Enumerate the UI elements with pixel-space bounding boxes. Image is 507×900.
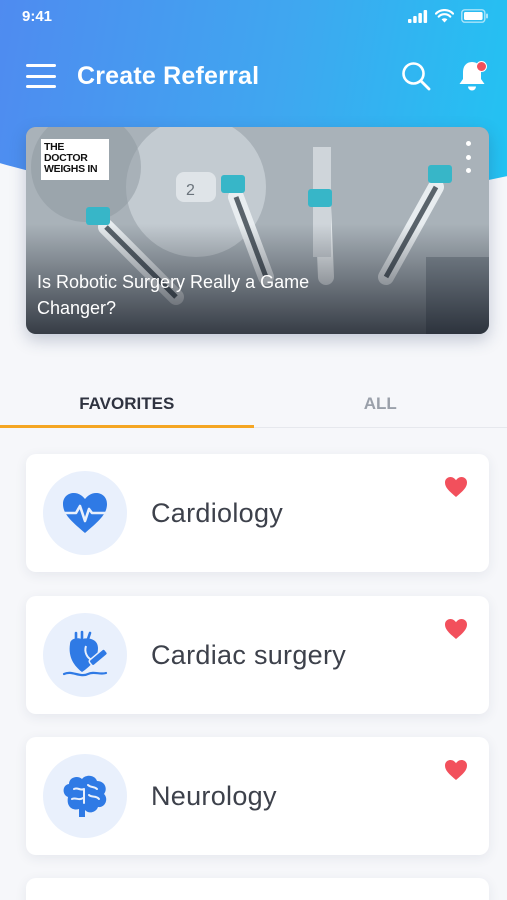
svg-text:2: 2	[186, 182, 195, 199]
wifi-icon	[435, 9, 454, 23]
notifications-button[interactable]	[455, 59, 489, 93]
specialty-avatar	[43, 613, 127, 697]
heart-surgery-icon	[62, 630, 109, 677]
specialty-label: Cardiac surgery	[151, 639, 347, 670]
more-icon	[465, 141, 471, 146]
specialty-avatar	[43, 471, 127, 555]
menu-button[interactable]	[26, 64, 56, 88]
status-bar: 9:41	[0, 0, 507, 32]
tab-bar: FAVORITES ALL	[0, 380, 507, 428]
heart-pulse-icon	[63, 493, 107, 533]
specialty-card-cardiac-surgery[interactable]: Cardiac surgery	[26, 596, 489, 714]
tab-favorites[interactable]: FAVORITES	[0, 380, 254, 428]
notification-badge	[476, 61, 487, 72]
more-options-button[interactable]	[461, 141, 475, 173]
favorite-heart-icon[interactable]	[444, 618, 468, 640]
specialty-avatar	[43, 754, 127, 838]
brand-logo: THE DOCTOR WEIGHS IN	[41, 139, 109, 180]
specialty-label: Neurology	[151, 780, 277, 811]
specialty-label: Cardiology	[151, 497, 284, 528]
status-icons	[408, 9, 489, 23]
news-banner[interactable]: 2 THE DOCTOR WEIGHS IN Is Robotic Surger…	[26, 127, 489, 334]
signal-icon	[408, 9, 428, 23]
search-button[interactable]	[399, 59, 433, 93]
specialty-card-partial[interactable]	[26, 878, 489, 900]
specialty-card-neurology[interactable]: Neurology	[26, 737, 489, 855]
specialty-card-cardiology[interactable]: Cardiology	[26, 454, 489, 572]
menu-icon	[26, 64, 56, 67]
favorite-heart-icon[interactable]	[444, 476, 468, 498]
status-time: 9:41	[22, 7, 53, 25]
app-bar: Create Referral	[0, 52, 507, 100]
search-icon	[402, 62, 431, 91]
battery-icon	[461, 9, 488, 23]
favorite-heart-icon[interactable]	[444, 759, 468, 781]
brain-icon	[63, 775, 107, 817]
tab-all[interactable]: ALL	[254, 380, 507, 427]
banner-headline: Is Robotic Surgery Really a Game Changer…	[37, 272, 310, 318]
page-title: Create Referral	[77, 61, 260, 90]
